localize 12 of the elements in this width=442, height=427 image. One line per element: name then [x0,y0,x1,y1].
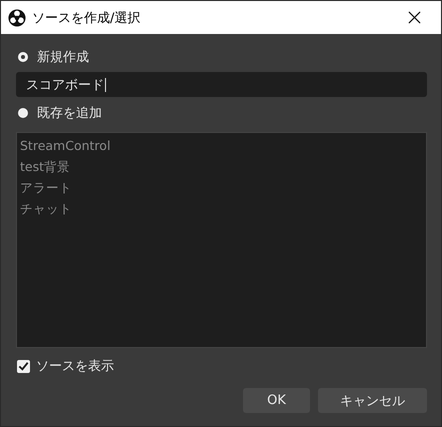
radio-button[interactable] [18,52,28,62]
radio-label[interactable]: 既存を追加 [37,104,102,122]
window-title: ソースを作成/選択 [32,10,142,26]
app-logo-icon [8,8,26,26]
dialog-button[interactable]: OK [243,388,310,413]
dialog-button[interactable]: キャンセル [318,388,427,413]
radio-label[interactable]: 新規作成 [37,48,89,66]
checkbox-label[interactable]: ソースを表示 [36,357,114,375]
radio-button[interactable] [18,108,28,118]
checkbox[interactable] [17,360,30,372]
name-input-field[interactable]: スコアボード [16,72,427,97]
close-icon[interactable] [408,11,421,24]
